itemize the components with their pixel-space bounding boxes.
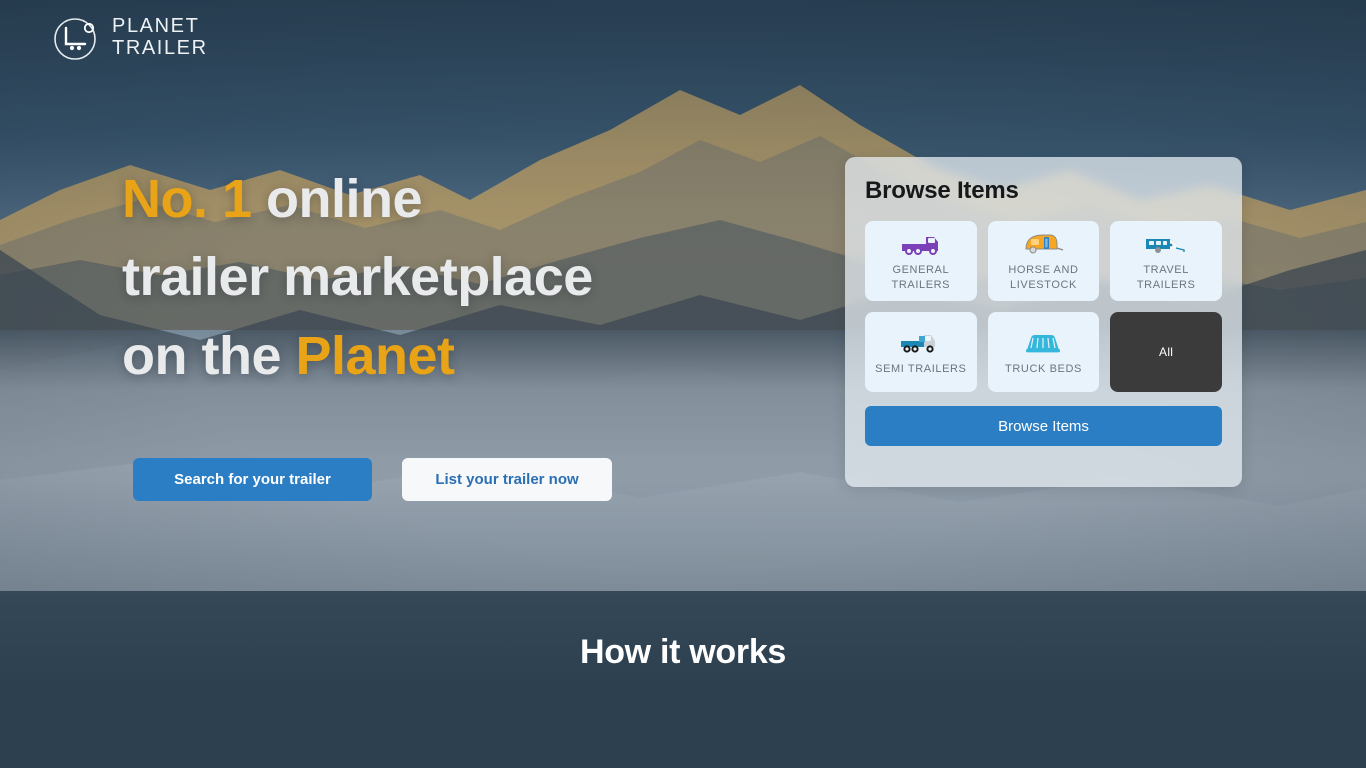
category-label: GENERAL TRAILERS bbox=[891, 264, 951, 291]
hero-headline: No. 1 online trailer marketplace on the … bbox=[122, 160, 742, 395]
hero-headline-planet: Planet bbox=[295, 325, 455, 386]
landing-page: PLANET TRAILER No. 1 online trailer mark… bbox=[0, 0, 1366, 768]
category-label: All bbox=[1159, 344, 1174, 359]
category-semi-trailers[interactable]: SEMI TRAILERS bbox=[865, 312, 977, 392]
category-general-trailers[interactable]: GENERAL TRAILERS bbox=[865, 221, 977, 301]
category-label: SEMI TRAILERS bbox=[875, 362, 967, 375]
hero-section: No. 1 online trailer marketplace on the … bbox=[122, 160, 742, 395]
category-horse-and-livestock[interactable]: HORSE AND LIVESTOCK bbox=[987, 221, 1100, 301]
how-it-works-title: How it works bbox=[579, 633, 787, 671]
category-label: TRAVEL TRAILERS bbox=[1136, 264, 1196, 291]
hero-headline-online: online bbox=[251, 169, 423, 229]
category-travel-trailers[interactable]: TRAVEL TRAILERS bbox=[1110, 221, 1222, 301]
category-all[interactable]: All bbox=[1110, 312, 1222, 392]
category-grid: GENERAL TRAILERS HORSE AND LIVESTOCK TRA… bbox=[865, 221, 1222, 392]
browse-panel-title: Browse Items bbox=[865, 177, 1019, 204]
hero-headline-number: No. 1 bbox=[122, 169, 252, 229]
category-label: TRUCK BEDS bbox=[1005, 362, 1082, 375]
brand-logo[interactable]: PLANET TRAILER bbox=[52, 14, 208, 62]
hero-cta-row: Search for your trailer List your traile… bbox=[133, 458, 612, 501]
caravan-icon bbox=[1022, 229, 1064, 259]
category-truck-beds[interactable]: TRUCK BEDS bbox=[987, 312, 1100, 392]
brand-name-line1: PLANET bbox=[112, 15, 200, 38]
travel-trailer-icon bbox=[1144, 229, 1188, 259]
hero-headline-line3-prefix: on the bbox=[122, 325, 296, 386]
truck-bed-icon bbox=[1024, 328, 1062, 358]
category-label: HORSE AND LIVESTOCK bbox=[1008, 264, 1079, 291]
site-header: PLANET TRAILER bbox=[0, 0, 1366, 80]
how-it-works-section: How it works bbox=[0, 591, 1366, 768]
brand-name-line2: TRAILER bbox=[112, 37, 208, 59]
hero-headline-line2: trailer marketplace bbox=[122, 247, 593, 308]
browse-items-button[interactable]: Browse Items bbox=[865, 406, 1222, 446]
semi-truck-icon bbox=[899, 328, 943, 358]
brand-name: PLANET TRAILER bbox=[112, 16, 208, 59]
flatbed-truck-icon bbox=[900, 229, 942, 259]
browse-items-panel: Browse Items GENERAL TRAILERS HORSE AND … bbox=[845, 157, 1242, 487]
trailer-circle-logo-icon bbox=[54, 18, 96, 60]
list-trailer-button[interactable]: List your trailer now bbox=[402, 458, 612, 501]
search-trailer-button[interactable]: Search for your trailer bbox=[133, 458, 372, 501]
